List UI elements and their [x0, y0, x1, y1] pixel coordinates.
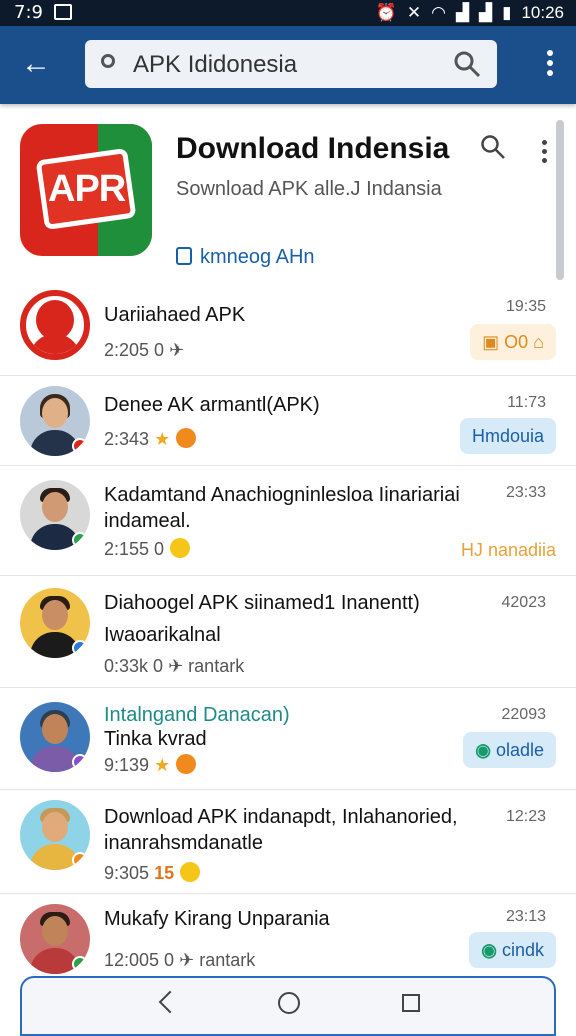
search-field[interactable]: APK Ididonesia — [85, 40, 497, 88]
item-meta: 2:343 ★ — [104, 428, 197, 450]
battery-icon: ▮ — [502, 3, 512, 22]
wifi-icon: ◠ — [431, 3, 446, 22]
item-time: 42023 — [501, 594, 547, 611]
alarm-icon: ⏰ — [375, 3, 397, 22]
nav-recents-icon[interactable] — [402, 994, 420, 1012]
location-icon — [101, 54, 115, 68]
item-title: Uariiahaed APK — [104, 304, 246, 326]
avatar — [20, 588, 90, 658]
scrollbar[interactable] — [556, 120, 564, 280]
item-time: 23:33 — [505, 484, 546, 501]
item-time: 23:13 — [505, 908, 546, 925]
item-title: Mukafy Kirang Unparania — [104, 908, 330, 930]
item-title: Kadamtand Anachiogninlesloa Iinariariai — [104, 484, 460, 506]
item-subtitle: inanrahsmdanatle — [104, 832, 263, 854]
item-time: 22093 — [501, 706, 547, 723]
item-meta: 0:33k 0 ✈ rantark — [104, 656, 245, 676]
item-subtitle: indameal. — [104, 510, 191, 532]
item-time: 11:73 — [507, 394, 546, 411]
star-icon: ★ — [154, 755, 171, 775]
item-subtitle: Iwaoarikalnal — [104, 624, 221, 646]
item-badge[interactable]: ▣ O0 ⌂ — [470, 324, 556, 360]
bag-icon: ▣ — [482, 332, 500, 352]
clipboard-icon — [176, 247, 192, 265]
item-title: Denee AK armantl(APK) — [104, 394, 320, 416]
item-meta: 2:155 0 — [104, 538, 191, 560]
header-overflow-icon[interactable] — [542, 140, 548, 167]
item-badge[interactable]: ◉ oladle — [463, 732, 556, 768]
avatar — [20, 702, 90, 772]
navigation-bar — [20, 976, 556, 1036]
item-title: Intalngand Danacan) — [104, 704, 290, 726]
list-item[interactable]: Diahoogel APK siinamed1 Inanentt) Iwaoar… — [0, 576, 576, 688]
emoji-icon — [180, 862, 201, 882]
nav-home-icon[interactable] — [278, 992, 300, 1014]
status-time: 7:9 — [14, 2, 43, 23]
list-item[interactable]: Mukafy Kirang Unparania 12:005 0 ✈ ranta… — [0, 894, 576, 976]
avatar — [20, 904, 90, 974]
nfc-icon: ✕ — [406, 3, 422, 22]
list-item[interactable]: Intalngand Danacan) Tinka kvrad 9:139 ★ … — [0, 688, 576, 790]
item-meta: 9:139 ★ — [104, 754, 197, 776]
search-input[interactable]: APK Ididonesia — [133, 51, 297, 79]
star-icon: ★ — [154, 429, 171, 449]
avatar — [20, 386, 90, 456]
emoji-icon — [176, 754, 197, 774]
status-icons: ⏰ ✕ ◠ ▟ ▟ ▮ 10:26 — [376, 2, 564, 24]
item-badge[interactable]: HJ nanadiia — [461, 532, 556, 568]
pin-icon: ✈ — [168, 656, 184, 676]
nav-back-icon[interactable] — [158, 990, 182, 1014]
signal-icon: ▟ — [455, 3, 470, 22]
header-link-label: kmneog AHn — [200, 246, 315, 268]
avatar — [20, 290, 90, 360]
item-title: Download APK indanapdt, Inlahanoried, — [104, 806, 458, 828]
item-badge[interactable]: ◉ cindk — [469, 932, 556, 968]
app-logo-text: APR — [48, 168, 126, 210]
item-badge[interactable]: Hmdouia — [459, 418, 556, 454]
search-icon[interactable] — [453, 50, 481, 78]
status-clock: 10:26 — [521, 3, 564, 22]
item-time: 12:23 — [505, 808, 546, 825]
avatar — [20, 800, 90, 870]
header-link[interactable]: kmneog AHn — [176, 246, 315, 269]
item-time: 19:35 — [505, 298, 546, 315]
page-title: Download Indensia — [176, 132, 450, 165]
gallery-icon — [54, 4, 72, 20]
list-item[interactable]: Denee AK armantl(APK) 2:343 ★ 11:73 Hmdo… — [0, 376, 576, 466]
app-bar: ← APK Ididonesia — [0, 26, 576, 104]
overflow-menu-icon[interactable] — [546, 50, 554, 80]
page-subtitle: Sownload APK alle.J Indansia — [176, 178, 442, 200]
item-meta: 2:205 0 ✈ — [104, 340, 185, 360]
list-item[interactable]: Download APK indanapdt, Inlahanoried, in… — [0, 790, 576, 894]
pin-icon: ✈ — [169, 340, 185, 360]
header-search-icon[interactable] — [480, 134, 506, 160]
emoji-icon — [176, 428, 197, 448]
item-meta: 12:005 0 ✈ rantark — [104, 950, 256, 970]
home-icon: ⌂ — [533, 332, 544, 352]
back-arrow-icon[interactable]: ← — [18, 46, 54, 82]
item-title: Diahoogel APK siinamed1 Inanentt) — [104, 592, 420, 614]
refresh-icon: ◉ — [481, 940, 497, 960]
avatar — [20, 480, 90, 550]
app-logo: APR — [20, 124, 152, 256]
pin-icon: ✈ — [179, 950, 195, 970]
refresh-icon: ◉ — [475, 740, 491, 760]
status-bar: 7:9 ⏰ ✕ ◠ ▟ ▟ ▮ 10:26 — [0, 0, 576, 26]
emoji-icon — [170, 538, 191, 558]
item-meta: 9:305 15 — [104, 862, 201, 884]
list-item[interactable]: Kadamtand Anachiogninlesloa Iinariariai … — [0, 466, 576, 576]
list-item[interactable]: Uariiahaed APK 2:205 0 ✈ 19:35 ▣ O0 ⌂ — [0, 284, 576, 376]
app-header: APR Download Indensia Sownload APK alle.… — [0, 104, 576, 284]
item-subtitle: Tinka kvrad — [104, 728, 207, 750]
signal-2-icon: ▟ — [479, 3, 493, 22]
